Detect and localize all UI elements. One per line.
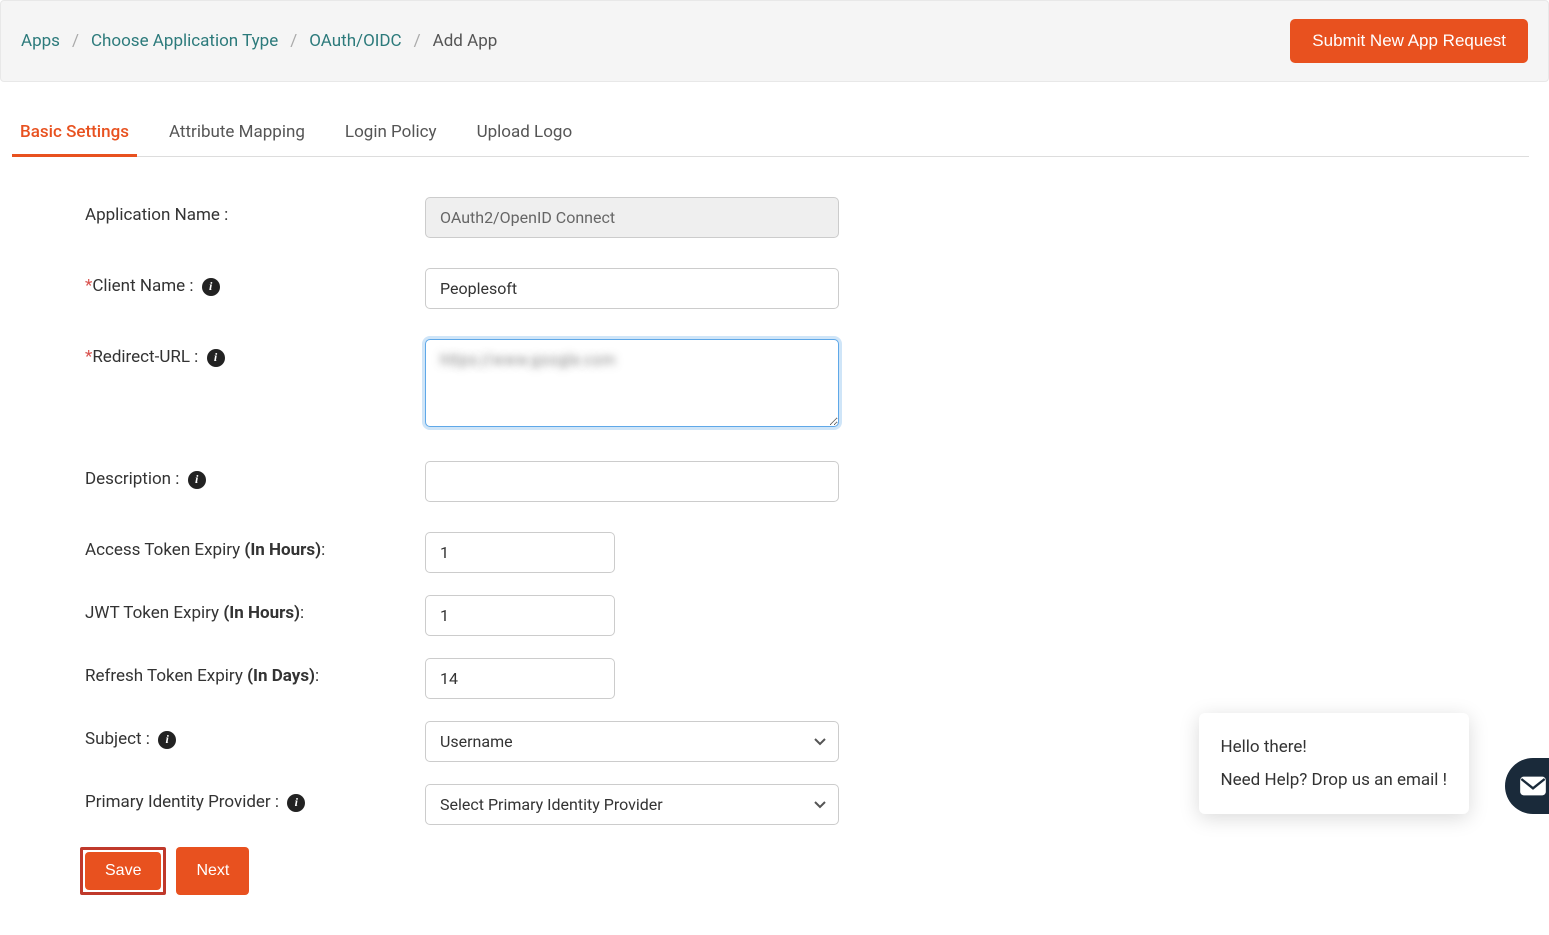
button-row: Save Next bbox=[80, 847, 920, 895]
breadcrumb-bar: Apps / Choose Application Type / OAuth/O… bbox=[0, 0, 1549, 82]
tab-upload-logo[interactable]: Upload Logo bbox=[477, 112, 573, 156]
label-jwt-token-expiry: JWT Token Expiry (In Hours): bbox=[85, 595, 425, 623]
form-basic-settings: Application Name : *Client Name : i *Red… bbox=[20, 197, 920, 895]
breadcrumb-current: Add App bbox=[433, 31, 498, 51]
input-description[interactable] bbox=[425, 461, 839, 502]
textarea-redirect-url[interactable] bbox=[425, 339, 839, 427]
breadcrumb-link-choose-app-type[interactable]: Choose Application Type bbox=[91, 31, 278, 51]
label-client-name: *Client Name : i bbox=[85, 268, 425, 296]
label-refresh-token-expiry: Refresh Token Expiry (In Days): bbox=[85, 658, 425, 686]
breadcrumb: Apps / Choose Application Type / OAuth/O… bbox=[21, 31, 497, 51]
input-application-name bbox=[425, 197, 839, 238]
label-description: Description : i bbox=[85, 461, 425, 489]
label-primary-idp: Primary Identity Provider : i bbox=[85, 784, 425, 812]
select-subject[interactable]: Username bbox=[425, 721, 839, 762]
chat-popup: Hello there! Need Help? Drop us an email… bbox=[1199, 713, 1470, 814]
label-subject: Subject : i bbox=[85, 721, 425, 749]
breadcrumb-separator: / bbox=[414, 31, 421, 51]
tab-attribute-mapping[interactable]: Attribute Mapping bbox=[169, 112, 305, 156]
label-application-name: Application Name : bbox=[85, 197, 425, 225]
save-button-highlight: Save bbox=[80, 847, 166, 895]
tabs: Basic Settings Attribute Mapping Login P… bbox=[20, 112, 1529, 157]
breadcrumb-link-oauth[interactable]: OAuth/OIDC bbox=[309, 31, 401, 51]
breadcrumb-separator: / bbox=[290, 31, 297, 51]
info-icon[interactable]: i bbox=[188, 471, 206, 489]
info-icon[interactable]: i bbox=[158, 731, 176, 749]
info-icon[interactable]: i bbox=[202, 278, 220, 296]
input-client-name[interactable] bbox=[425, 268, 839, 309]
label-access-token-expiry: Access Token Expiry (In Hours): bbox=[85, 532, 425, 560]
next-button[interactable]: Next bbox=[176, 847, 249, 895]
tab-login-policy[interactable]: Login Policy bbox=[345, 112, 437, 156]
input-access-token-expiry[interactable] bbox=[425, 532, 615, 573]
breadcrumb-link-apps[interactable]: Apps bbox=[21, 31, 60, 51]
save-button[interactable]: Save bbox=[85, 852, 161, 890]
info-icon[interactable]: i bbox=[287, 794, 305, 812]
tab-basic-settings[interactable]: Basic Settings bbox=[20, 112, 129, 156]
chat-greeting: Hello there! bbox=[1221, 731, 1448, 763]
label-redirect-url: *Redirect-URL : i bbox=[85, 339, 425, 367]
select-primary-idp[interactable]: Select Primary Identity Provider bbox=[425, 784, 839, 825]
chat-help-text: Need Help? Drop us an email ! bbox=[1221, 764, 1448, 796]
input-jwt-token-expiry[interactable] bbox=[425, 595, 615, 636]
submit-new-app-request-button[interactable]: Submit New App Request bbox=[1290, 19, 1528, 63]
breadcrumb-separator: / bbox=[72, 31, 79, 51]
input-refresh-token-expiry[interactable] bbox=[425, 658, 615, 699]
mail-icon bbox=[1519, 775, 1547, 797]
info-icon[interactable]: i bbox=[207, 349, 225, 367]
